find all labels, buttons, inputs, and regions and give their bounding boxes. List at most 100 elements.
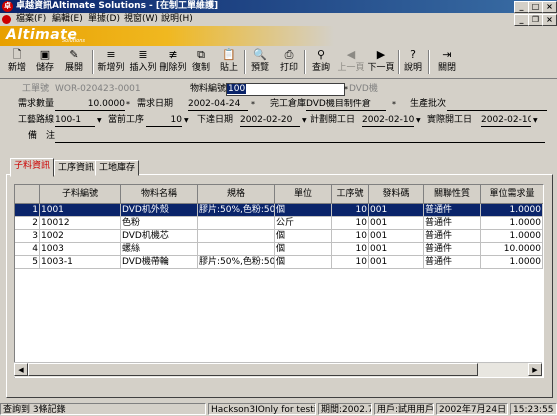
- help-button[interactable]: ? 說明: [402, 48, 424, 76]
- add-row-button[interactable]: ≡ 新增列: [96, 48, 126, 76]
- process-dropdown-icon[interactable]: ▼: [184, 115, 189, 126]
- route-label: 工藝路線: [18, 115, 55, 125]
- batch-field[interactable]: [447, 99, 547, 111]
- child-minimize-icon[interactable]: _: [514, 14, 529, 26]
- new-doc-icon: 🗋: [12, 48, 22, 61]
- status-date: 2002年7月24日: [436, 403, 508, 415]
- status-time: 15:23:55: [510, 403, 557, 415]
- grid-header-name[interactable]: 物料名稱: [121, 185, 198, 204]
- status-db: Hackson3IOnly for testing F: [208, 403, 316, 415]
- demand-qty-field[interactable]: 10.0000: [55, 99, 125, 111]
- process-label: 當前工序: [108, 115, 145, 125]
- remark-label: 備 注: [28, 131, 56, 141]
- window-title: 卓越資訊Altimate Solutions - [在制工單維護]: [16, 1, 219, 11]
- tab-material-info[interactable]: 子料資訊: [10, 158, 55, 177]
- menu-help[interactable]: 說明(H): [161, 13, 193, 26]
- preview-button[interactable]: 🔍 預覽: [248, 48, 272, 76]
- close-button[interactable]: ⇥ 關閉: [436, 48, 458, 76]
- horizontal-scrollbar[interactable]: ◀ ▶: [14, 362, 542, 377]
- menu-document[interactable]: 單據(D): [88, 13, 120, 26]
- issue-date-label: 下達日期: [197, 115, 234, 125]
- plan-open-field[interactable]: 2002-02-10: [362, 115, 414, 127]
- prev-page-icon: ◀: [346, 48, 356, 61]
- binoculars-icon: ⚲: [316, 48, 326, 61]
- prev-page-button[interactable]: ◀ 上一頁: [336, 48, 366, 76]
- process-field[interactable]: 10: [146, 115, 182, 127]
- app-logo-icon: 卓: [2, 1, 13, 12]
- grid-header-issue[interactable]: 發料碼: [369, 185, 424, 204]
- route-dropdown-icon[interactable]: ▼: [97, 115, 102, 126]
- status-period: 期間:2002.7: [318, 403, 372, 415]
- next-page-icon: ▶: [376, 48, 386, 61]
- new-button[interactable]: 🗋 新增: [6, 48, 28, 76]
- toolbar-separator: [428, 50, 430, 74]
- table-row[interactable]: 3 1002 DVD机機芯 個 10 001 普通件 1.0000: [15, 230, 543, 243]
- menu-window[interactable]: 視窗(W): [124, 13, 158, 26]
- table-row[interactable]: 5 1003-1 DVD機帶輪 膠片:50%,色粉:50% 個 10 001 普…: [15, 256, 543, 269]
- child-close-icon[interactable]: ×: [542, 14, 557, 26]
- save-button[interactable]: ▣ 儲存: [34, 48, 56, 76]
- expand-icon: ✎: [69, 48, 79, 61]
- save-icon: ▣: [39, 48, 51, 61]
- minimize-icon[interactable]: _: [514, 1, 529, 13]
- close-icon[interactable]: ×: [542, 1, 557, 13]
- demand-date-label: 需求日期: [137, 99, 174, 109]
- material-grid[interactable]: 子料編號 物料名稱 規格 單位 工序號 發料碼 關聯性質 單位需求量 1 100…: [14, 184, 544, 378]
- child-restore-icon[interactable]: ❐: [528, 14, 543, 26]
- menu-edit[interactable]: 編輯(E): [52, 13, 83, 26]
- print-button[interactable]: ⎙ 打印: [278, 48, 300, 76]
- route-field[interactable]: 100-1: [55, 115, 95, 127]
- item-no-label: 物料編號: [190, 84, 227, 94]
- status-bar: 查詢到 3條記錄 Hackson3IOnly for testing F 期間:…: [0, 402, 557, 416]
- grid-header-relation[interactable]: 關聯性質: [424, 185, 481, 204]
- delete-row-button[interactable]: ≢ 刪除列: [158, 48, 188, 76]
- query-button[interactable]: ⚲ 查詢: [310, 48, 332, 76]
- issue-date-field[interactable]: 2002-02-20: [240, 115, 300, 127]
- menu-file[interactable]: 檔案(F): [16, 13, 46, 26]
- item-no-input[interactable]: 100: [226, 83, 345, 96]
- insert-row-button[interactable]: ≣ 插入列: [128, 48, 158, 76]
- insert-row-icon: ≣: [138, 48, 148, 61]
- delete-row-icon: ≢: [168, 48, 178, 61]
- help-icon: ?: [410, 48, 416, 61]
- batch-label: 生產批次: [410, 99, 447, 109]
- warehouse-label: 完工倉庫: [270, 99, 307, 109]
- grid-header-proc[interactable]: 工序號: [332, 185, 369, 204]
- tab-site-stock[interactable]: 工地庫存: [95, 160, 140, 176]
- actual-open-field[interactable]: 2002-02-10: [481, 115, 531, 127]
- grid-header-unit[interactable]: 單位: [275, 185, 332, 204]
- table-row[interactable]: 4 1003 螺絲 個 10 001 普通件 10.0000: [15, 243, 543, 256]
- menu-bar: 檔案(F) 編輯(E) 單據(D) 視窗(W) 說明(H) _ ❐ ×: [0, 13, 557, 26]
- maximize-icon[interactable]: □: [528, 1, 543, 13]
- grid-header-code[interactable]: 子料編號: [40, 185, 121, 204]
- demand-date-field[interactable]: 2002-04-24: [188, 99, 248, 111]
- order-no-field: WOR-020423-0001: [55, 84, 141, 94]
- status-user: 用戶:試用用戶: [374, 403, 434, 415]
- table-row[interactable]: 2 10012 色粉 公斤 10 001 普通件 1.0000: [15, 217, 543, 230]
- scroll-thumb[interactable]: [28, 363, 478, 376]
- order-no-label: 工單號: [22, 84, 50, 94]
- window-title-bar[interactable]: 卓 卓越資訊Altimate Solutions - [在制工單維護] _ □ …: [0, 0, 557, 13]
- plan-open-label: 計劃開工日: [310, 115, 356, 125]
- copy-button[interactable]: ⧉ 復制: [190, 48, 212, 76]
- grid-header-qty[interactable]: 單位需求量: [481, 185, 543, 204]
- paste-button[interactable]: 📋 貼上: [218, 48, 240, 76]
- scroll-right-icon[interactable]: ▶: [528, 363, 542, 376]
- toolbar-separator: [244, 50, 246, 74]
- paste-icon: 📋: [222, 48, 236, 61]
- plan-open-dropdown-icon[interactable]: ▼: [416, 115, 421, 126]
- demand-qty-label: 需求數量: [18, 99, 55, 109]
- tab-process-info[interactable]: 工序資訊: [54, 160, 99, 176]
- warehouse-field[interactable]: DVD機目制件倉: [306, 99, 386, 111]
- remark-field[interactable]: [55, 131, 545, 143]
- table-row[interactable]: 1 1001 DVD机外殼 膠片:50%,色粉:50% 個 10 001 普通件…: [15, 204, 543, 217]
- grid-header-index: [15, 185, 40, 204]
- expand-button[interactable]: ✎ 展開: [62, 48, 86, 76]
- issue-date-dropdown-icon[interactable]: ▼: [302, 115, 307, 126]
- grid-header-spec[interactable]: 規格: [198, 185, 275, 204]
- altimate-logo-sub: Solutions: [62, 38, 85, 44]
- actual-open-dropdown-icon[interactable]: ▼: [533, 115, 538, 126]
- brand-banner: Altimate Solutions: [0, 26, 557, 46]
- scroll-left-icon[interactable]: ◀: [14, 363, 28, 376]
- next-page-button[interactable]: ▶ 下一頁: [366, 48, 396, 76]
